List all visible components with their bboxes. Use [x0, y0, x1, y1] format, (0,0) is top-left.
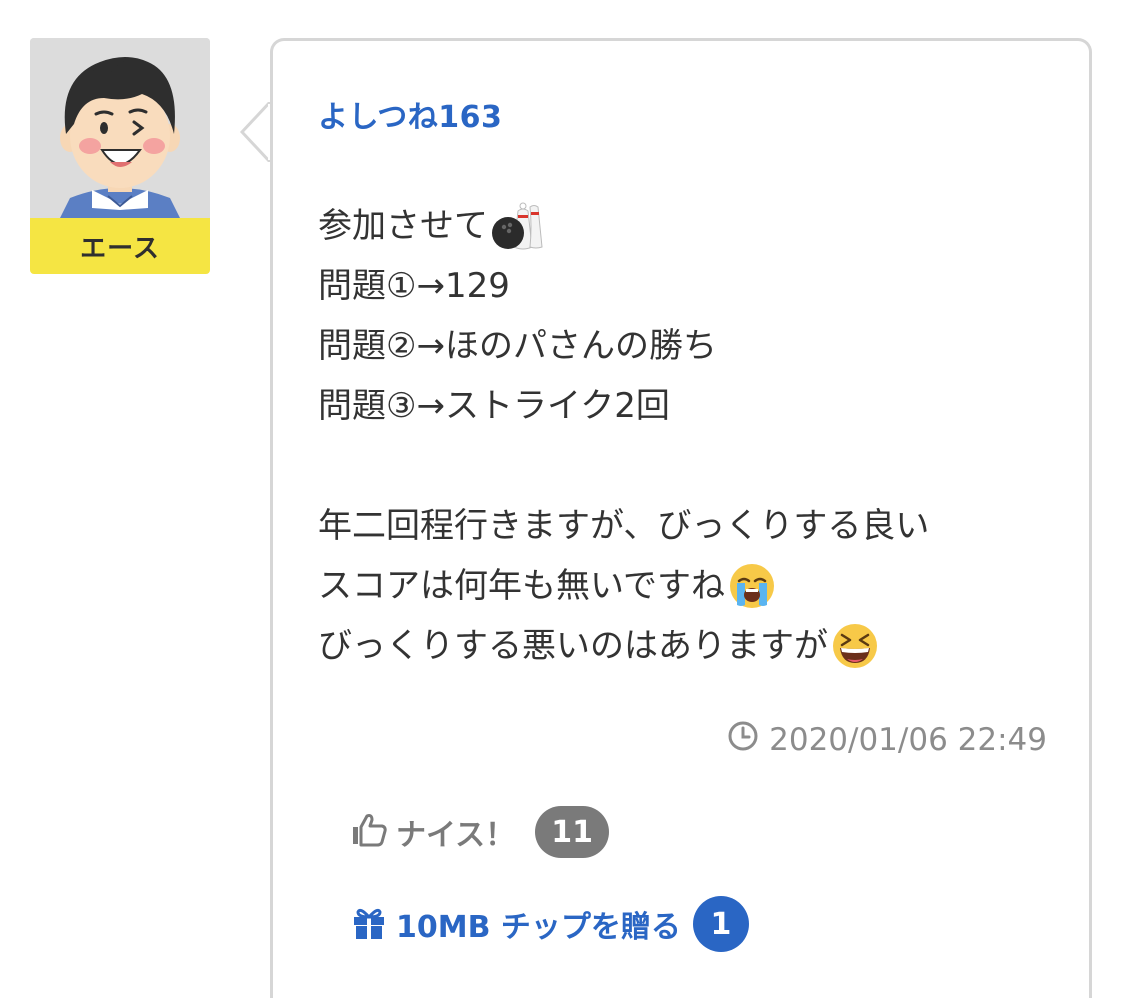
comment-line-text: スコアは何年も無いですね	[318, 566, 725, 606]
nice-label: ナイス！	[396, 818, 516, 853]
comment-line: スコアは何年も無いですね	[318, 556, 1058, 616]
comment-timestamp: 2020/01/06 22:49	[727, 720, 1047, 760]
comment-line: 問題③→ストライク2回	[318, 376, 1058, 436]
comment-line-blank	[318, 436, 1058, 496]
comment-line-text: 問題①→129	[318, 266, 510, 306]
clock-icon	[727, 720, 759, 760]
user-avatar-block[interactable]: エース	[30, 38, 210, 274]
username-link[interactable]: よしつね163	[318, 92, 502, 136]
comment-body: 参加させて 問題①→129 問題②→ほのパさんの勝ち 問題③→ストライク2回 年…	[318, 196, 1058, 676]
send-tip-label: 10MB チップを贈る	[396, 910, 681, 945]
loudly-crying-face-icon	[727, 561, 777, 611]
send-tip-button[interactable]: 10MB チップを贈る 1	[350, 896, 749, 952]
nice-button[interactable]: ナイス！ 11	[350, 806, 610, 858]
comment-line-text: 年二回程行きますが、びっくりする良い	[318, 506, 930, 546]
timestamp-text: 2020/01/06 22:49	[769, 722, 1047, 758]
avatar[interactable]	[30, 38, 210, 218]
rank-badge: エース	[30, 218, 210, 274]
comment-line: 参加させて	[318, 196, 1058, 256]
comment-line: 問題①→129	[318, 256, 1058, 316]
thumbs-up-icon	[350, 810, 390, 854]
comment-line-text: びっくりする悪いのはありますが	[318, 626, 828, 666]
comment-line-text: 問題③→ストライク2回	[318, 386, 670, 426]
gift-icon	[350, 903, 388, 945]
comment-line-text: 参加させて	[318, 206, 488, 246]
smiling-man-avatar-icon	[30, 38, 210, 218]
tip-count-badge: 1	[692, 896, 749, 952]
bowling-icon	[490, 199, 544, 253]
comment-line-text: 問題②→ほのパさんの勝ち	[318, 326, 717, 366]
comment-line: びっくりする悪いのはありますが	[318, 616, 1058, 676]
comment-line: 問題②→ほのパさんの勝ち	[318, 316, 1058, 376]
comment-line: 年二回程行きますが、びっくりする良い	[318, 496, 1058, 556]
nice-count-badge: 11	[535, 806, 610, 858]
grinning-squinting-face-icon	[830, 621, 880, 671]
